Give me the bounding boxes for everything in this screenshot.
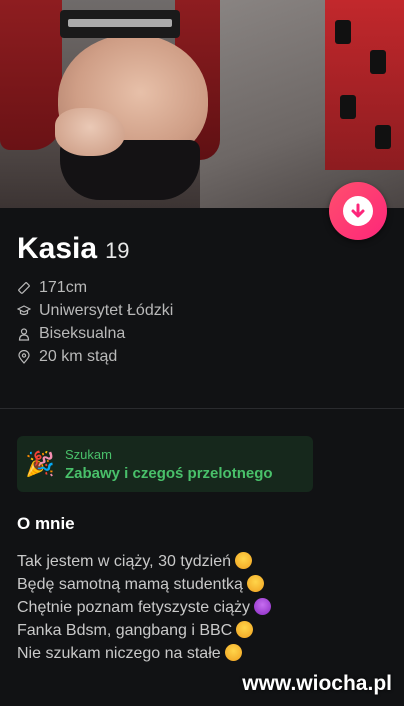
detail-school-text: Uniwersytet Łódzki [39, 301, 174, 319]
about-bio: Tak jestem w ciąży, 30 tydzień Będę samo… [17, 550, 271, 665]
detail-orientation-text: Biseksualna [39, 324, 126, 342]
location-pin-icon [18, 349, 30, 364]
smiling-devil-emoji-icon [254, 598, 271, 615]
party-popper-icon: 🎉 [25, 450, 55, 478]
photo-sleeve-left [0, 0, 62, 150]
watermark: www.wiocha.pl [242, 672, 392, 695]
looking-for-value: Zabawy i czegoś przelotnego [65, 464, 273, 482]
detail-distance: 20 km stąd [17, 345, 173, 368]
photo-waistband [60, 10, 180, 38]
profile-details: 171cm Uniwersytet Łódzki Biseksualna 20 … [17, 276, 173, 368]
detail-height: 171cm [17, 276, 173, 299]
bio-line: Tak jestem w ciąży, 30 tydzień [17, 550, 271, 573]
ruler-icon [18, 281, 30, 294]
section-divider [0, 408, 404, 409]
looking-for-card: 🎉 Szukam Zabawy i czegoś przelotnego [17, 436, 313, 492]
detail-distance-text: 20 km stąd [39, 347, 118, 365]
winking-face-emoji-icon [224, 644, 242, 661]
bio-line: Nie szukam niczego na stałe [17, 642, 271, 665]
collapse-profile-button[interactable] [329, 182, 387, 240]
profile-photo[interactable] [0, 0, 404, 208]
bio-line: Fanka Bdsm, gangbang i BBC [17, 619, 271, 642]
graduation-cap-icon [17, 304, 31, 315]
profile-header: Kasia 19 [17, 232, 130, 266]
detail-orientation: Biseksualna [17, 322, 173, 345]
bio-line: Będę samotną mamą studentką [17, 573, 271, 596]
detail-height-text: 171cm [39, 278, 88, 296]
arrow-down-icon [343, 196, 373, 226]
profile-name: Kasia [17, 232, 98, 265]
photo-hand [55, 108, 125, 156]
photo-red-clothing [325, 0, 404, 170]
drooling-face-emoji-icon [236, 621, 254, 638]
sweat-smile-emoji-icon [246, 575, 264, 592]
about-title: O mnie [17, 514, 75, 533]
looking-for-label: Szukam [65, 446, 112, 462]
bio-line: Chętnie poznam fetyszyste ciąży [17, 596, 271, 619]
detail-school: Uniwersytet Łódzki [17, 299, 173, 322]
person-icon [18, 327, 30, 341]
heart-eyes-emoji-icon [235, 552, 253, 569]
profile-age: 19 [105, 238, 130, 263]
